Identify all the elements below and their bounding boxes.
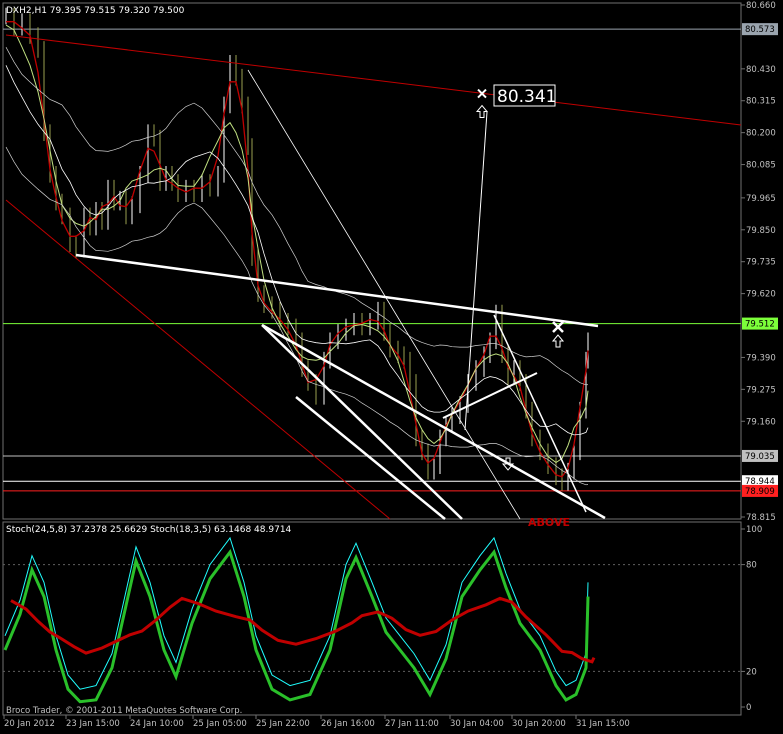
price-marker-label: 80.573 <box>745 25 775 35</box>
fib-line <box>247 69 521 520</box>
time-tick-label: 26 Jan 16:00 <box>321 719 375 729</box>
oscillator-plot-area <box>3 536 741 704</box>
price-tick-label: 79.850 <box>746 226 776 236</box>
osc-tick-label: 100 <box>746 525 762 535</box>
price-tick-label: 80.200 <box>746 129 776 139</box>
price-tick-label: 79.275 <box>746 385 776 395</box>
trendline-white-1 <box>75 253 599 328</box>
price-tick-label: 79.390 <box>746 353 776 363</box>
price-marker-label: 79.035 <box>745 452 775 462</box>
trendline-red-upper <box>5 34 742 126</box>
price-tick-label: 79.735 <box>746 258 776 268</box>
trading-chart: DXH2,H1 79.395 79.515 79.320 79.500 Stoc… <box>2 1 778 729</box>
time-tick-label: 23 Jan 15:00 <box>66 719 120 729</box>
watermark-text: ABOVE <box>528 516 570 529</box>
arrow-up-icon <box>475 104 489 119</box>
stoch-signal-line <box>3 548 590 704</box>
oscillator-frame <box>2 521 742 716</box>
time-tick-label: 20 Jan 2012 <box>4 719 55 729</box>
stoch-main-line <box>4 536 589 690</box>
price-tick-label: 80.660 <box>746 1 776 11</box>
price-tick-label: 79.620 <box>746 290 776 300</box>
price-tick-label: 79.965 <box>746 194 776 204</box>
price-tick-label: 79.160 <box>746 417 776 427</box>
trendline-white-5 <box>442 372 538 419</box>
price-tick-label: 80.085 <box>746 161 776 171</box>
time-tick-label: 24 Jan 10:00 <box>130 719 184 729</box>
main-chart-title: DXH2,H1 79.395 79.515 79.320 79.500 <box>6 6 185 16</box>
trendline-white-4 <box>261 323 606 520</box>
slow-ma-line <box>5 65 589 436</box>
time-axis: 20 Jan 2012 23 Jan 15:00 24 Jan 10:00 25 Ja… <box>3 715 630 729</box>
time-tick-label: 27 Jan 11:00 <box>385 719 439 729</box>
time-tick-label: 30 Jan 04:00 <box>450 719 504 729</box>
trendline-red-lower <box>5 199 391 520</box>
main-plot-area <box>3 7 742 520</box>
time-tick-label: 25 Jan 22:00 <box>256 719 310 729</box>
osc-tick-label: 20 <box>746 667 757 677</box>
price-tick-label: 80.430 <box>746 65 776 75</box>
price-marker-label: 78.909 <box>745 487 775 497</box>
price-marker-label: 79.512 <box>745 320 775 330</box>
main-price-axis: 80.660 80.430 80.315 80.200 80.085 79.965 79.8… <box>741 1 778 523</box>
oscillator-title: Stoch(24,5,8) 37.2378 25.6629 Stoch(18,3… <box>6 525 292 535</box>
price-tick-label: 80.315 <box>746 97 776 107</box>
time-tick-label: 25 Jan 05:00 <box>193 719 247 729</box>
osc-tick-label: 0 <box>746 703 751 713</box>
annotation-label: 80.341 <box>497 87 556 107</box>
time-tick-label: 31 Jan 15:00 <box>576 719 630 729</box>
copyright-text: Broco Trader, © 2001-2011 MetaQuotes Sof… <box>6 706 242 716</box>
arrow-up-icon <box>551 334 565 348</box>
stoch-slow-line <box>10 596 596 664</box>
price-tick-label: 78.815 <box>746 513 776 523</box>
time-tick-label: 30 Jan 20:00 <box>512 719 566 729</box>
osc-tick-label: 80 <box>746 561 757 571</box>
oscillator-axis: 100 80 20 0 <box>741 525 762 713</box>
price-annotation: 80.341 <box>493 84 556 107</box>
envelope-lower <box>5 146 589 486</box>
